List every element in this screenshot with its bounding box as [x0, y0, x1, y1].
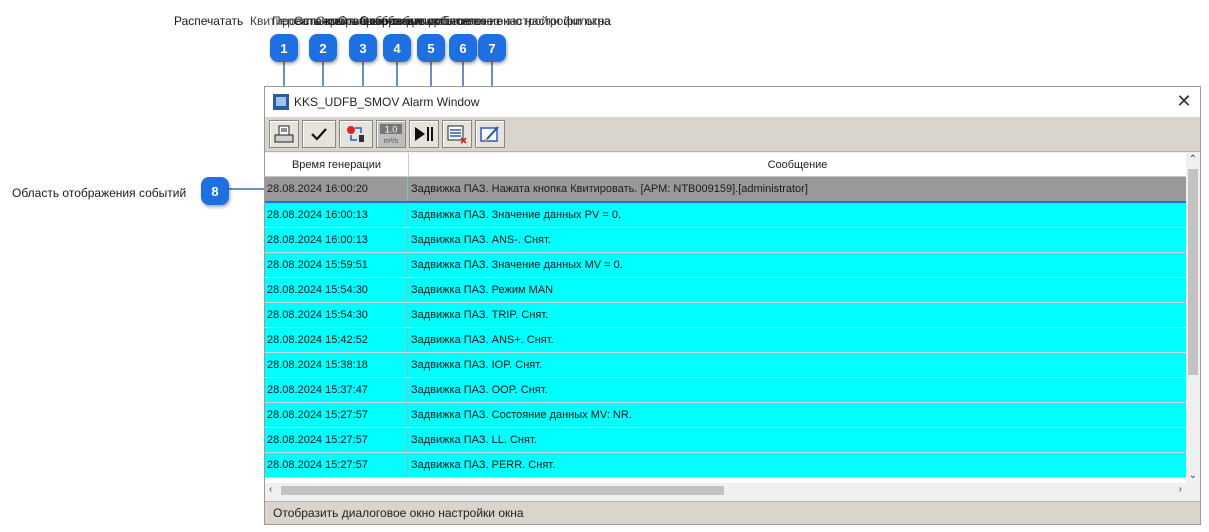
event-grid: Время генерации Сообщение 28.08.2024 16:…	[265, 153, 1186, 483]
hide-list-icon	[447, 125, 467, 144]
scroll-left-icon[interactable]: ‹	[269, 483, 272, 497]
table-row[interactable]: 28.08.2024 16:00:20 Задвижка ПАЗ. Нажата …	[265, 177, 1186, 203]
callout-badge-2: 2	[309, 34, 337, 62]
print-icon	[274, 125, 294, 143]
status-bar: Отобразить диалоговое окно настройки окн…	[265, 501, 1200, 524]
vertical-scroll-thumb[interactable]	[1188, 169, 1198, 375]
svg-text:m³/s: m³/s	[384, 136, 399, 145]
callout-badge-1: 1	[270, 34, 298, 62]
cell-time: 28.08.2024 15:59:51	[265, 253, 408, 277]
horizontal-scrollbar[interactable]: ‹ ›	[265, 483, 1186, 497]
acknowledge-button[interactable]	[302, 120, 336, 148]
cell-time: 28.08.2024 15:37:47	[265, 378, 408, 402]
cell-time: 28.08.2024 15:27:57	[265, 453, 408, 477]
edit-settings-icon	[480, 126, 499, 142]
cell-time: 28.08.2024 16:00:13	[265, 228, 408, 252]
cell-message: Задвижка ПАЗ. IOP. Снят.	[411, 359, 543, 371]
toggle-button[interactable]	[339, 120, 373, 148]
app-icon	[273, 94, 289, 110]
table-row[interactable]: 28.08.2024 15:54:30 Задвижка ПАЗ. TRIP. С…	[265, 303, 1186, 328]
check-icon	[311, 128, 327, 141]
cell-time: 28.08.2024 15:38:18	[265, 353, 408, 377]
cell-message: Задвижка ПАЗ. OOP. Снят.	[411, 384, 548, 396]
cell-time: 28.08.2024 15:42:52	[265, 328, 408, 352]
vertical-scrollbar[interactable]: ⌃ ⌄	[1186, 153, 1200, 483]
cell-message: Задвижка ПАЗ. Значение данных PV = 0.	[411, 209, 621, 221]
scrollbar-corner	[1186, 483, 1200, 497]
table-row[interactable]: 28.08.2024 16:00:13 Задвижка ПАЗ. Значени…	[265, 203, 1186, 228]
toggle-icon	[347, 126, 364, 142]
table-row[interactable]: 28.08.2024 15:59:51 Задвижка ПАЗ. Значени…	[265, 253, 1186, 278]
callout-print-label: Распечатать	[174, 14, 244, 28]
table-row[interactable]: 28.08.2024 15:38:18 Задвижка ПАЗ. IOP. Сн…	[265, 353, 1186, 378]
event-area-label: Область отображения событий	[12, 186, 187, 200]
cell-time: 28.08.2024 15:54:30	[265, 303, 408, 327]
filter-settings-button[interactable]	[475, 120, 505, 148]
grid-rows: 28.08.2024 16:00:20 Задвижка ПАЗ. Нажата …	[265, 177, 1186, 478]
scroll-right-icon[interactable]: ›	[1179, 483, 1182, 497]
callout-badge-7: 7	[478, 34, 506, 62]
close-icon[interactable]: ✕	[1174, 91, 1194, 111]
table-row[interactable]: 28.08.2024 15:27:57 Задвижка ПАЗ. Состоян…	[265, 403, 1186, 428]
column-header-message[interactable]: Сообщение	[409, 153, 1186, 176]
callout-badge-8: 8	[201, 177, 229, 205]
cell-message: Задвижка ПАЗ. TRIP. Снят.	[411, 309, 549, 321]
callout-settings-label: Отобразить диалоговое окно настройки окн…	[360, 14, 611, 28]
callout-badge-3: 3	[349, 34, 377, 62]
print-button[interactable]	[269, 120, 299, 148]
units-button[interactable]: 1.0 m³/s	[376, 120, 406, 148]
cell-message: Задвижка ПАЗ. PERR. Снят.	[411, 459, 556, 471]
table-row[interactable]: 28.08.2024 15:27:57 Задвижка ПАЗ. PERR. С…	[265, 453, 1186, 478]
units-icon: 1.0 m³/s	[380, 124, 402, 145]
table-row[interactable]: 28.08.2024 15:54:30 Задвижка ПАЗ. Режим M…	[265, 278, 1186, 303]
svg-text:1.0: 1.0	[385, 125, 398, 135]
table-row[interactable]: 28.08.2024 15:42:52 Задвижка ПАЗ. ANS+. С…	[265, 328, 1186, 353]
cell-message: Задвижка ПАЗ. Нажата кнопка Квитировать.…	[411, 183, 808, 195]
toolbar: 1.0 m³/s	[265, 117, 1200, 152]
scroll-down-icon[interactable]: ⌄	[1186, 469, 1200, 483]
cell-message: Задвижка ПАЗ. Режим MAN	[411, 284, 554, 296]
table-row[interactable]: 28.08.2024 15:37:47 Задвижка ПАЗ. OOP. Сн…	[265, 378, 1186, 403]
callout-badge-4: 4	[383, 34, 411, 62]
status-text: Отобразить диалоговое окно настройки окн…	[273, 506, 524, 520]
cell-message: Задвижка ПАЗ. LL. Снят.	[411, 434, 537, 446]
horizontal-scroll-thumb[interactable]	[281, 486, 724, 495]
grid-header: Время генерации Сообщение	[265, 153, 1186, 177]
cell-time: 28.08.2024 16:00:20	[265, 177, 408, 201]
alarm-window: KKS_UDFB_SMOV Alarm Window ✕ 1.0 m³/s Вр…	[264, 86, 1201, 525]
cell-message: Задвижка ПАЗ. ANS-. Снят.	[411, 234, 551, 246]
window-title: KKS_UDFB_SMOV Alarm Window	[294, 95, 480, 109]
cell-time: 28.08.2024 15:27:57	[265, 428, 408, 452]
cell-time: 28.08.2024 15:54:30	[265, 278, 408, 302]
table-row[interactable]: 28.08.2024 16:00:13 Задвижка ПАЗ. ANS-. С…	[265, 228, 1186, 253]
callout-badge-5: 5	[417, 34, 445, 62]
cell-message: Задвижка ПАЗ. Состояние данных MV: NR.	[411, 409, 632, 421]
pause-resume-button[interactable]	[409, 120, 439, 148]
play-pause-icon	[415, 127, 433, 141]
window-titlebar: KKS_UDFB_SMOV Alarm Window ✕	[265, 87, 1200, 117]
cell-message: Задвижка ПАЗ. Значение данных MV = 0.	[411, 259, 623, 271]
cell-time: 28.08.2024 15:27:57	[265, 403, 408, 427]
table-row[interactable]: 28.08.2024 15:27:57 Задвижка ПАЗ. LL. Сня…	[265, 428, 1186, 453]
scroll-up-icon[interactable]: ⌃	[1186, 153, 1200, 167]
cell-message: Задвижка ПАЗ. ANS+. Снят.	[411, 334, 554, 346]
column-header-time[interactable]: Время генерации	[265, 153, 409, 176]
cell-time: 28.08.2024 16:00:13	[265, 203, 408, 227]
callout-badge-6: 6	[449, 34, 477, 62]
hide-events-button[interactable]	[442, 120, 472, 148]
